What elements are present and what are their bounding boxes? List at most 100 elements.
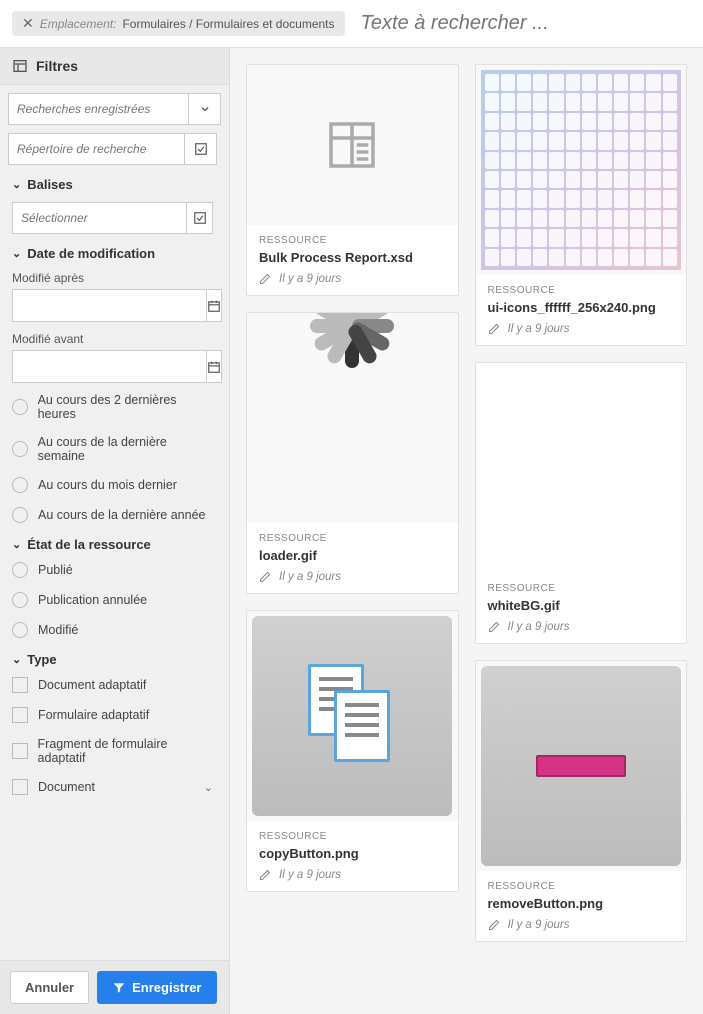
pencil-icon	[488, 323, 500, 335]
pencil-icon	[259, 571, 271, 583]
checkbox-icon	[12, 707, 28, 723]
filters-header: Filtres	[0, 48, 229, 85]
resource-card[interactable]: RESSOURCE ui-icons_ffffff_256x240.png Il…	[475, 64, 688, 346]
sidebar-footer: Annuler Enregistrer	[0, 960, 229, 1014]
save-button[interactable]: Enregistrer	[97, 971, 216, 1004]
blank-thumbnail	[476, 363, 687, 573]
pencil-icon	[488, 919, 500, 931]
type-adaptive-form[interactable]: Formulaire adaptatif	[12, 707, 213, 723]
location-chip[interactable]: ✕ Emplacement: Formulaires / Formulaires…	[12, 11, 345, 36]
section-type-header[interactable]: ⌄ Type	[12, 652, 213, 667]
card-meta-text: Il y a 9 jours	[508, 919, 570, 931]
search-directory-input[interactable]	[8, 133, 185, 165]
resource-card[interactable]: RESSOURCE whiteBG.gif Il y a 9 jours	[475, 362, 688, 644]
status-modified[interactable]: Modifié	[12, 622, 213, 638]
type-adaptive-doc[interactable]: Document adaptatif	[12, 677, 213, 693]
resource-card[interactable]: RESSOURCE loader.gif Il y a 9 jours	[246, 312, 459, 594]
pencil-icon	[488, 621, 500, 633]
calendar-icon	[207, 299, 221, 313]
section-status-header[interactable]: ⌄ État de la ressource	[12, 537, 213, 552]
search-directory-confirm[interactable]	[185, 133, 217, 165]
card-thumbnail	[247, 611, 458, 821]
card-title: ui-icons_ffffff_256x240.png	[488, 300, 675, 315]
card-title: Bulk Process Report.xsd	[259, 250, 446, 265]
card-title: copyButton.png	[259, 846, 446, 861]
card-meta-text: Il y a 9 jours	[279, 273, 341, 285]
modified-after-label: Modifié après	[12, 271, 213, 285]
section-modified-title: Date de modification	[27, 246, 155, 261]
remove-icon	[481, 666, 681, 866]
copy-icon	[252, 616, 452, 816]
tags-select-input[interactable]	[12, 202, 187, 234]
checkbox-checked-icon	[194, 142, 208, 156]
resource-card[interactable]: RESSOURCE removeButton.png Il y a 9 jour…	[475, 660, 688, 942]
checkbox-icon	[12, 743, 28, 759]
resource-card[interactable]: RESSOURCE Bulk Process Report.xsd Il y a…	[246, 64, 459, 296]
chevron-down-icon	[199, 103, 211, 115]
card-type-label: RESSOURCE	[488, 583, 675, 594]
section-modified: ⌄ Date de modification Modifié après Mod…	[12, 246, 213, 523]
range-week[interactable]: Au cours de la dernière semaine	[12, 435, 213, 463]
saved-searches-dropdown[interactable]	[189, 93, 221, 125]
search-input[interactable]	[357, 8, 691, 39]
radio-icon	[12, 592, 28, 608]
resource-card[interactable]: RESSOURCE copyButton.png Il y a 9 jours	[246, 610, 459, 892]
card-title: whiteBG.gif	[488, 598, 675, 613]
saved-searches-input[interactable]	[8, 93, 189, 125]
card-title: removeButton.png	[488, 896, 675, 911]
card-thumbnail	[476, 65, 687, 275]
card-meta-text: Il y a 9 jours	[508, 621, 570, 633]
range-month[interactable]: Au cours du mois dernier	[12, 477, 213, 493]
radio-icon	[12, 622, 28, 638]
modified-before-calendar[interactable]	[207, 350, 222, 383]
card-type-label: RESSOURCE	[259, 533, 446, 544]
card-title: loader.gif	[259, 548, 446, 563]
cancel-button[interactable]: Annuler	[10, 971, 89, 1004]
tags-select-confirm[interactable]	[187, 202, 213, 234]
section-tags: ⌄ Balises	[12, 177, 213, 234]
card-type-label: RESSOURCE	[488, 285, 675, 296]
filters-title: Filtres	[36, 58, 78, 74]
pencil-icon	[259, 869, 271, 881]
chevron-down-icon[interactable]: ⌄	[204, 781, 213, 794]
card-meta-text: Il y a 9 jours	[279, 571, 341, 583]
range-year[interactable]: Au cours de la dernière année	[12, 507, 213, 523]
radio-icon	[12, 441, 28, 457]
location-label: Emplacement:	[40, 17, 117, 31]
pencil-icon	[259, 273, 271, 285]
section-modified-header[interactable]: ⌄ Date de modification	[12, 246, 213, 261]
type-document[interactable]: Document ⌄	[12, 779, 213, 795]
section-tags-title: Balises	[27, 177, 73, 192]
save-filter-icon	[112, 981, 126, 995]
chevron-down-icon: ⌄	[12, 653, 21, 666]
location-path: Formulaires / Formulaires et documents	[122, 17, 334, 31]
section-tags-header[interactable]: ⌄ Balises	[12, 177, 213, 192]
close-icon[interactable]: ✕	[22, 15, 34, 32]
checkbox-icon	[12, 677, 28, 693]
modified-after-input[interactable]	[12, 289, 207, 322]
section-status: ⌄ État de la ressource Publié Publicatio…	[12, 537, 213, 638]
section-status-title: État de la ressource	[27, 537, 151, 552]
filters-sidebar: Filtres ⌄ Balises	[0, 48, 230, 1014]
status-unpublished[interactable]: Publication annulée	[12, 592, 213, 608]
filters-icon	[12, 58, 28, 74]
modified-before-input[interactable]	[12, 350, 207, 383]
results-grid: RESSOURCE Bulk Process Report.xsd Il y a…	[230, 48, 703, 1014]
modified-after-calendar[interactable]	[207, 289, 222, 322]
card-type-label: RESSOURCE	[259, 235, 446, 246]
status-published[interactable]: Publié	[12, 562, 213, 578]
card-type-label: RESSOURCE	[259, 831, 446, 842]
card-thumbnail	[247, 313, 458, 523]
chevron-down-icon: ⌄	[12, 178, 21, 191]
type-form-fragment[interactable]: Fragment de formulaire adaptatif	[12, 737, 213, 765]
card-meta-text: Il y a 9 jours	[508, 323, 570, 335]
section-type: ⌄ Type Document adaptatif Formulaire ada…	[12, 652, 213, 795]
chevron-down-icon: ⌄	[12, 247, 21, 260]
checkbox-icon	[12, 779, 28, 795]
range-2h[interactable]: Au cours des 2 dernières heures	[12, 393, 213, 421]
card-type-label: RESSOURCE	[488, 881, 675, 892]
card-thumbnail	[476, 661, 687, 871]
calendar-icon	[207, 360, 221, 374]
topbar: ✕ Emplacement: Formulaires / Formulaires…	[0, 0, 703, 48]
modified-before-label: Modifié avant	[12, 332, 213, 346]
